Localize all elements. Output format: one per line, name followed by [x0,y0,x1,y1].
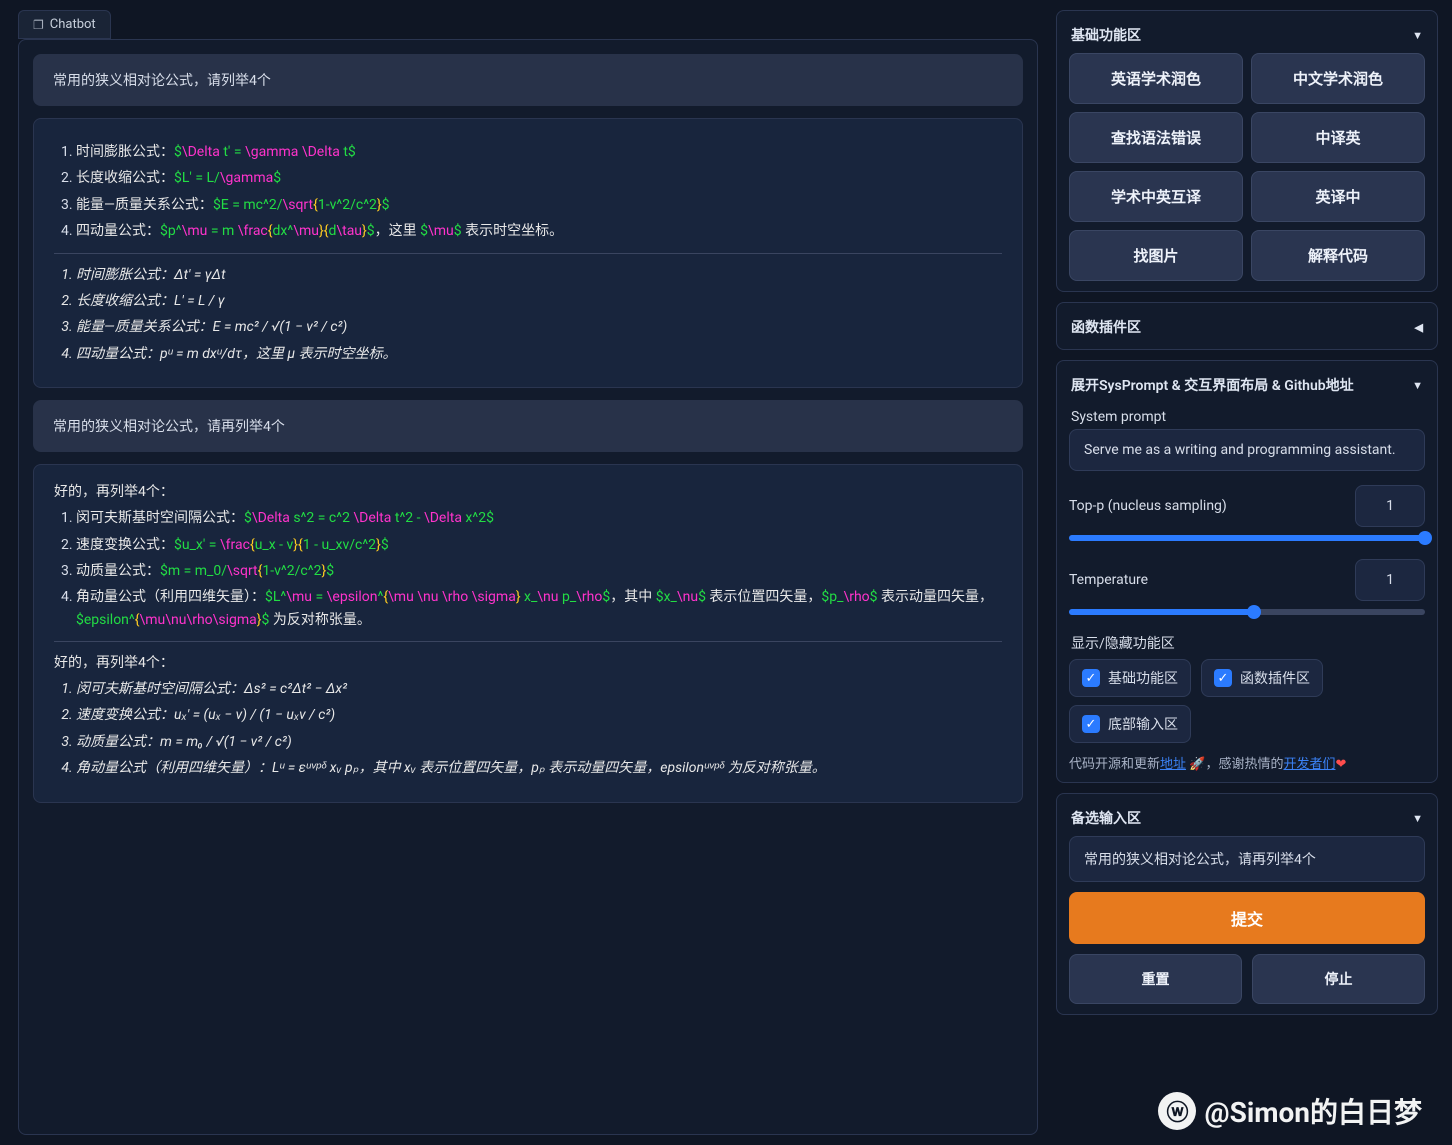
raw-formula-item: 动质量公式：$m = m_0/\sqrt{1-v^2/c^2}$ [76,560,1002,582]
topp-label: Top-p (nucleus sampling) [1069,498,1227,514]
function-button-7[interactable]: 解释代码 [1251,230,1425,281]
check-icon: ✓ [1082,715,1100,733]
alt-input-field[interactable]: 常用的狭义相对论公式，请再列举4个 [1069,836,1425,882]
function-button-3[interactable]: 中译英 [1251,112,1425,163]
alt-input-header[interactable]: 备选输入区 ▼ [1069,804,1425,836]
user-message-text: 常用的狭义相对论公式，请列举4个 [53,73,271,89]
developers-link[interactable]: 开发者们 [1283,757,1335,772]
slider-thumb[interactable] [1247,605,1261,619]
footer-note: 代码开源和更新地址 🚀，感谢热情的开发者们❤ [1069,753,1425,772]
raw-formula-item: 四动量公式：$p^\mu = m \frac{dx^\mu}{d\tau}$，这… [76,220,1002,242]
plugins-panel: 函数插件区 ◀ [1056,302,1438,350]
check-icon: ✓ [1214,669,1232,687]
checkbox-bottom-input[interactable]: ✓底部输入区 [1069,705,1191,743]
rendered-formula-item: 时间膨胀公式：Δt′ = γΔt [76,264,1002,286]
rendered-formula-item: 速度变换公式：uₓ′ = (uₓ − v) / (1 − uₓv / c²) [76,704,1002,726]
chat-transcript: 常用的狭义相对论公式，请列举4个 时间膨胀公式：$\Delta t' = \ga… [18,39,1038,1135]
function-button-6[interactable]: 找图片 [1069,230,1243,281]
heart-icon: ❤ [1335,757,1346,772]
system-prompt-label: System prompt [1071,409,1423,425]
stop-button[interactable]: 停止 [1252,954,1425,1004]
chevron-down-icon: ▼ [1412,379,1423,392]
rendered-formula-item: 能量—质量关系公式：E = mc² / √(1 − v² / c²) [76,316,1002,338]
panel-title: 函数插件区 [1071,317,1141,337]
raw-formula-item: 时间膨胀公式：$\Delta t' = \gamma \Delta t$ [76,141,1002,163]
panel-title: 基础功能区 [1071,25,1141,45]
assistant-intro: 好的，再列举4个： [54,481,1002,501]
function-button-1[interactable]: 中文学术润色 [1251,53,1425,104]
chevron-down-icon: ▼ [1412,812,1423,825]
rendered-formula-item: 闵可夫斯基时空间隔公式：Δs² = c²Δt² − Δx² [76,678,1002,700]
chevron-down-icon: ▼ [1412,29,1423,42]
advanced-panel: 展开SysPrompt & 交互界面布局 & Github地址 ▼ System… [1056,360,1438,783]
raw-formula-item: 速度变换公式：$u_x' = \frac{u_x - v}{1 - u_xv/c… [76,534,1002,556]
user-message: 常用的狭义相对论公式，请列举4个 [33,54,1023,106]
chatbot-tab[interactable]: ❐ Chatbot [18,10,111,39]
panel-title: 备选输入区 [1071,808,1141,828]
temperature-value-input[interactable]: 1 [1355,559,1425,601]
slider-thumb[interactable] [1418,531,1432,545]
raw-formula-item: 闵可夫斯基时空间隔公式：$\Delta s^2 = c^2 \Delta t^2… [76,507,1002,529]
basic-functions-header[interactable]: 基础功能区 ▼ [1069,21,1425,53]
function-button-0[interactable]: 英语学术润色 [1069,53,1243,104]
raw-formula-item: 能量—质量关系公式：$E = mc^2/\sqrt{1-v^2/c^2}$ [76,194,1002,216]
system-prompt-input[interactable]: Serve me as a writing and programming as… [1069,429,1425,471]
user-message-text: 常用的狭义相对论公式，请再列举4个 [53,419,285,435]
raw-formula-item: 角动量公式（利用四维矢量）：$L^\mu = \epsilon^{\mu \nu… [76,586,1002,631]
rendered-formula-item: 四动量公式：pᵘ = m dxᵘ/dτ，这里 μ 表示时空坐标。 [76,343,1002,365]
repo-link[interactable]: 地址 [1160,757,1186,772]
checkbox-plugins[interactable]: ✓函数插件区 [1201,659,1323,697]
function-button-2[interactable]: 查找语法错误 [1069,112,1243,163]
advanced-header[interactable]: 展开SysPrompt & 交互界面布局 & Github地址 ▼ [1069,371,1425,403]
temperature-slider-fill [1069,609,1254,615]
chevron-left-icon: ◀ [1415,321,1423,334]
plugins-header[interactable]: 函数插件区 ◀ [1069,313,1425,339]
alt-input-panel: 备选输入区 ▼ 常用的狭义相对论公式，请再列举4个 提交 重置 停止 [1056,793,1438,1015]
function-button-4[interactable]: 学术中英互译 [1069,171,1243,222]
rocket-icon: 🚀 [1189,757,1205,772]
chat-icon: ❐ [33,18,44,32]
check-icon: ✓ [1082,669,1100,687]
temperature-label: Temperature [1069,572,1148,588]
chatbot-tab-label: Chatbot [50,17,96,32]
assistant-message: 时间膨胀公式：$\Delta t' = \gamma \Delta t$ 长度收… [33,118,1023,388]
rendered-formula-item: 动质量公式：m = m₀ / √(1 − v² / c²) [76,731,1002,753]
topp-slider[interactable] [1069,535,1425,541]
assistant-message: 好的，再列举4个： 闵可夫斯基时空间隔公式：$\Delta s^2 = c^2 … [33,464,1023,803]
rendered-formula-item: 角动量公式（利用四维矢量）：Lᵘ = εᵘᵛᵖᵟ xᵥ pₚ，其中 xᵥ 表示位… [76,757,1002,779]
basic-functions-panel: 基础功能区 ▼ 英语学术润色中文学术润色查找语法错误中译英学术中英互译英译中找图… [1056,10,1438,292]
topp-value-input[interactable]: 1 [1355,485,1425,527]
visibility-label: 显示/隐藏功能区 [1071,633,1423,653]
assistant-intro: 好的，再列举4个： [54,652,1002,672]
reset-button[interactable]: 重置 [1069,954,1242,1004]
function-button-5[interactable]: 英译中 [1251,171,1425,222]
panel-title: 展开SysPrompt & 交互界面布局 & Github地址 [1071,375,1354,395]
submit-button[interactable]: 提交 [1069,892,1425,944]
checkbox-basic[interactable]: ✓基础功能区 [1069,659,1191,697]
raw-formula-item: 长度收缩公式：$L' = L/\gamma$ [76,167,1002,189]
rendered-formula-item: 长度收缩公式：L′ = L / γ [76,290,1002,312]
temperature-slider[interactable] [1069,609,1425,615]
user-message: 常用的狭义相对论公式，请再列举4个 [33,400,1023,452]
topp-slider-fill [1069,535,1425,541]
